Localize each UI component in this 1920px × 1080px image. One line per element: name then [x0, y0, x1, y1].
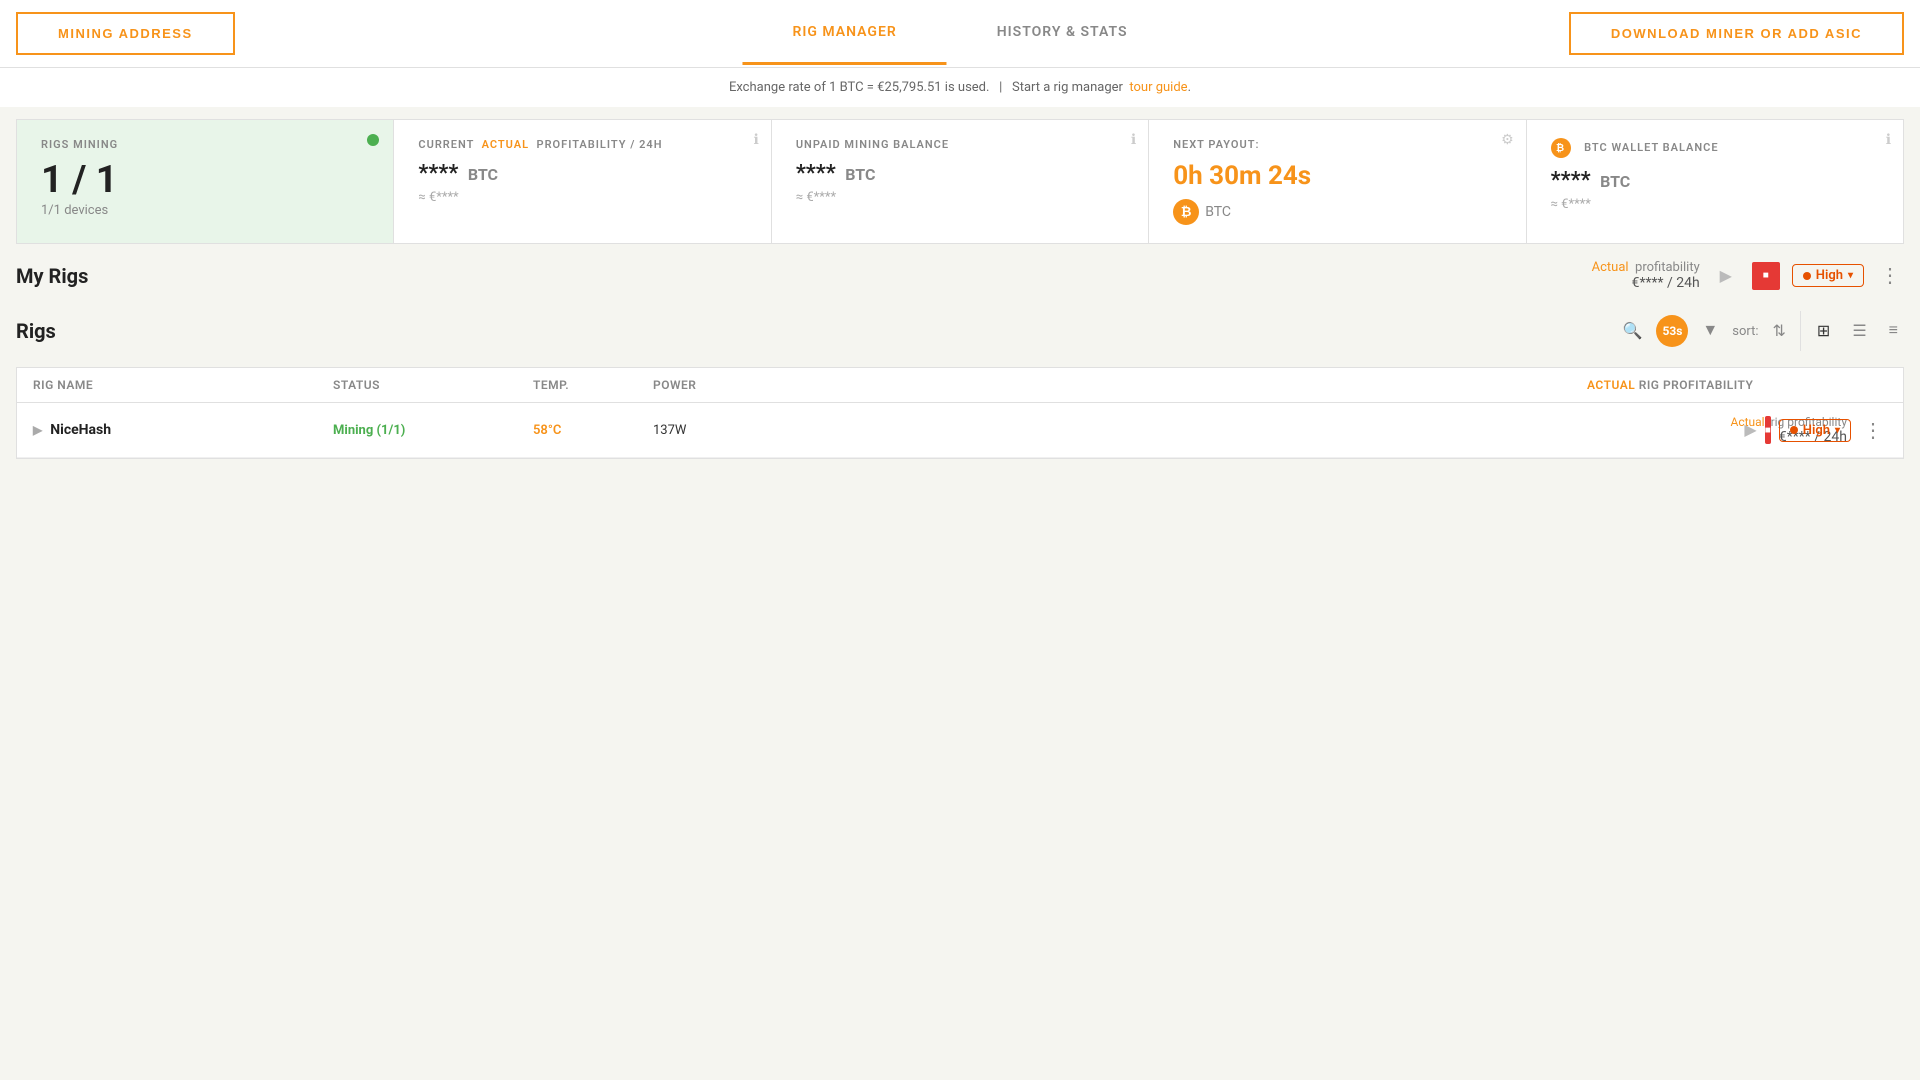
my-rigs-stop-button[interactable]: ■	[1752, 262, 1780, 290]
payout-currency: BTC	[1205, 204, 1231, 220]
rig-play-button[interactable]: ▶	[1744, 416, 1756, 444]
search-button[interactable]: 🔍	[1618, 317, 1646, 345]
my-rigs-profitability-value: €**** / 24h	[1592, 275, 1700, 291]
top-nav: MINING ADDRESS RIG MANAGER HISTORY & STA…	[0, 0, 1920, 68]
my-rigs-header: My Rigs Actual profitability €**** / 24h…	[16, 260, 1904, 291]
stat-card-rigs-mining: RIGS MINING 1 / 1 1/1 devices	[17, 120, 394, 243]
unpaid-balance-value: **** BTC	[796, 161, 1124, 186]
btc-wallet-icon: ₿	[1551, 138, 1571, 158]
nav-tabs: RIG MANAGER HISTORY & STATS	[742, 2, 1177, 65]
rigs-section: Rigs 🔍 53s ▼ sort: ⇅ ⊞ ☰ ≡ Rig name Stat…	[16, 303, 1904, 459]
unpaid-balance-sub: ≈ €****	[796, 190, 1124, 205]
stat-card-unpaid-balance: ℹ UNPAID MINING BALANCE **** BTC ≈ €****	[772, 120, 1149, 243]
period: .	[1188, 80, 1191, 95]
info-icon-wallet[interactable]: ℹ	[1886, 132, 1891, 148]
btc-icon: ₿	[1173, 199, 1199, 225]
stats-row: RIGS MINING 1 / 1 1/1 devices ℹ CURRENT …	[16, 119, 1904, 244]
rig-more-button[interactable]: ⋮	[1859, 418, 1887, 443]
rigs-title: Rigs	[16, 319, 56, 343]
rig-name: NiceHash	[50, 422, 111, 438]
view-grid-button[interactable]: ⊞	[1811, 317, 1836, 345]
stat-card-btc-wallet: ℹ ₿ BTC WALLET BALANCE **** BTC ≈ €****	[1527, 120, 1903, 243]
rigs-devices: 1/1 devices	[41, 203, 369, 218]
col-header-actions	[1847, 378, 1887, 392]
rig-status: Mining (1/1)	[333, 423, 533, 438]
mining-address-button[interactable]: MINING ADDRESS	[16, 12, 235, 55]
rigs-controls: 🔍 53s ▼ sort: ⇅ ⊞ ☰ ≡	[1618, 311, 1904, 351]
rig-chevron-down-icon: ▾	[1835, 425, 1840, 436]
rig-row-chevron-icon[interactable]: ▶	[33, 423, 42, 437]
filter-button[interactable]: ▼	[1698, 318, 1722, 344]
refresh-timer-badge: 53s	[1656, 315, 1688, 347]
btc-wallet-sub: ≈ €****	[1551, 197, 1879, 212]
unpaid-balance-label: UNPAID MINING BALANCE	[796, 138, 1124, 151]
rig-stop-button[interactable]: ■	[1765, 416, 1771, 444]
status-dot-green	[367, 134, 379, 146]
col-header-empty	[773, 378, 1587, 392]
profitability-label: CURRENT ACTUAL PROFITABILITY / 24H	[418, 138, 746, 151]
stat-card-next-payout: ⚙ NEXT PAYOUT: 0h 30m 24s ₿ BTC	[1149, 120, 1526, 243]
start-rig-text: Start a rig manager	[1012, 80, 1123, 95]
rigs-header: Rigs 🔍 53s ▼ sort: ⇅ ⊞ ☰ ≡	[16, 303, 1904, 359]
my-rigs-high-badge[interactable]: High ▾	[1792, 264, 1864, 287]
rig-table-header: Rig name Status Temp. Power Actual rig p…	[17, 368, 1903, 403]
view-divider	[1800, 311, 1801, 351]
info-icon-profitability[interactable]: ℹ	[753, 132, 758, 148]
sort-label: sort:	[1732, 324, 1758, 339]
table-row: ▶ NiceHash Mining (1/1) 58°C 137W Actual…	[17, 403, 1903, 458]
exchange-rate-text: Exchange rate of 1 BTC = €25,795.51 is u…	[729, 80, 989, 95]
col-header-temp: Temp.	[533, 378, 653, 392]
sort-button[interactable]: ⇅	[1769, 317, 1790, 345]
rig-temp: 58°C	[533, 423, 653, 438]
download-miner-button[interactable]: DOWNLOAD MINER OR ADD ASIC	[1569, 12, 1904, 55]
stat-card-profitability: ℹ CURRENT ACTUAL PROFITABILITY / 24H ***…	[394, 120, 771, 243]
col-header-rig-name: Rig name	[33, 378, 333, 392]
rig-name-cell: ▶ NiceHash	[33, 422, 333, 438]
my-rigs-profitability-label: Actual profitability	[1592, 260, 1700, 275]
tour-guide-link[interactable]: tour guide	[1129, 80, 1187, 95]
col-header-status: Status	[333, 378, 533, 392]
btc-wallet-value: **** BTC	[1551, 168, 1879, 193]
exchange-bar: Exchange rate of 1 BTC = €25,795.51 is u…	[0, 68, 1920, 107]
rig-table: Rig name Status Temp. Power Actual rig p…	[16, 367, 1904, 459]
chevron-down-icon: ▾	[1848, 270, 1853, 281]
next-payout-label: NEXT PAYOUT:	[1173, 138, 1501, 151]
my-rigs-section: My Rigs Actual profitability €**** / 24h…	[16, 260, 1904, 291]
btc-wallet-label: ₿ BTC WALLET BALANCE	[1551, 138, 1879, 158]
my-rigs-right: Actual profitability €**** / 24h ▶ ■ Hig…	[1592, 260, 1904, 291]
my-rigs-more-button[interactable]: ⋮	[1876, 263, 1904, 288]
rig-row-controls: ▶ ■ High ▾ ⋮	[1847, 416, 1887, 444]
info-icon-balance[interactable]: ℹ	[1131, 132, 1136, 148]
my-rigs-play-button[interactable]: ▶	[1712, 262, 1740, 290]
gear-icon-payout[interactable]: ⚙	[1501, 132, 1514, 148]
profitability-sub: ≈ €****	[418, 190, 746, 205]
rigs-mining-count: 1 / 1	[41, 161, 369, 199]
profitability-value: **** BTC	[418, 161, 746, 186]
next-payout-countdown: 0h 30m 24s	[1173, 161, 1501, 191]
payout-btc-row: ₿ BTC	[1173, 199, 1501, 225]
my-rigs-title: My Rigs	[16, 264, 88, 288]
view-compact-button[interactable]: ≡	[1883, 318, 1904, 344]
rig-high-badge[interactable]: High ▾	[1779, 419, 1851, 442]
high-label: High	[1816, 268, 1843, 283]
col-header-power: Power	[653, 378, 773, 392]
rig-high-label: High	[1803, 423, 1830, 438]
rig-power: 137W	[653, 423, 773, 438]
col-header-profitability: Actual rig profitability	[1587, 378, 1847, 392]
my-rigs-profitability-info: Actual profitability €**** / 24h	[1592, 260, 1700, 291]
rig-high-dot-icon	[1790, 426, 1798, 434]
high-dot-icon	[1803, 272, 1811, 280]
tab-rig-manager[interactable]: RIG MANAGER	[742, 2, 946, 65]
tab-history-stats[interactable]: HISTORY & STATS	[947, 2, 1178, 65]
rigs-mining-label: RIGS MINING	[41, 138, 369, 151]
view-list-button[interactable]: ☰	[1846, 317, 1872, 345]
